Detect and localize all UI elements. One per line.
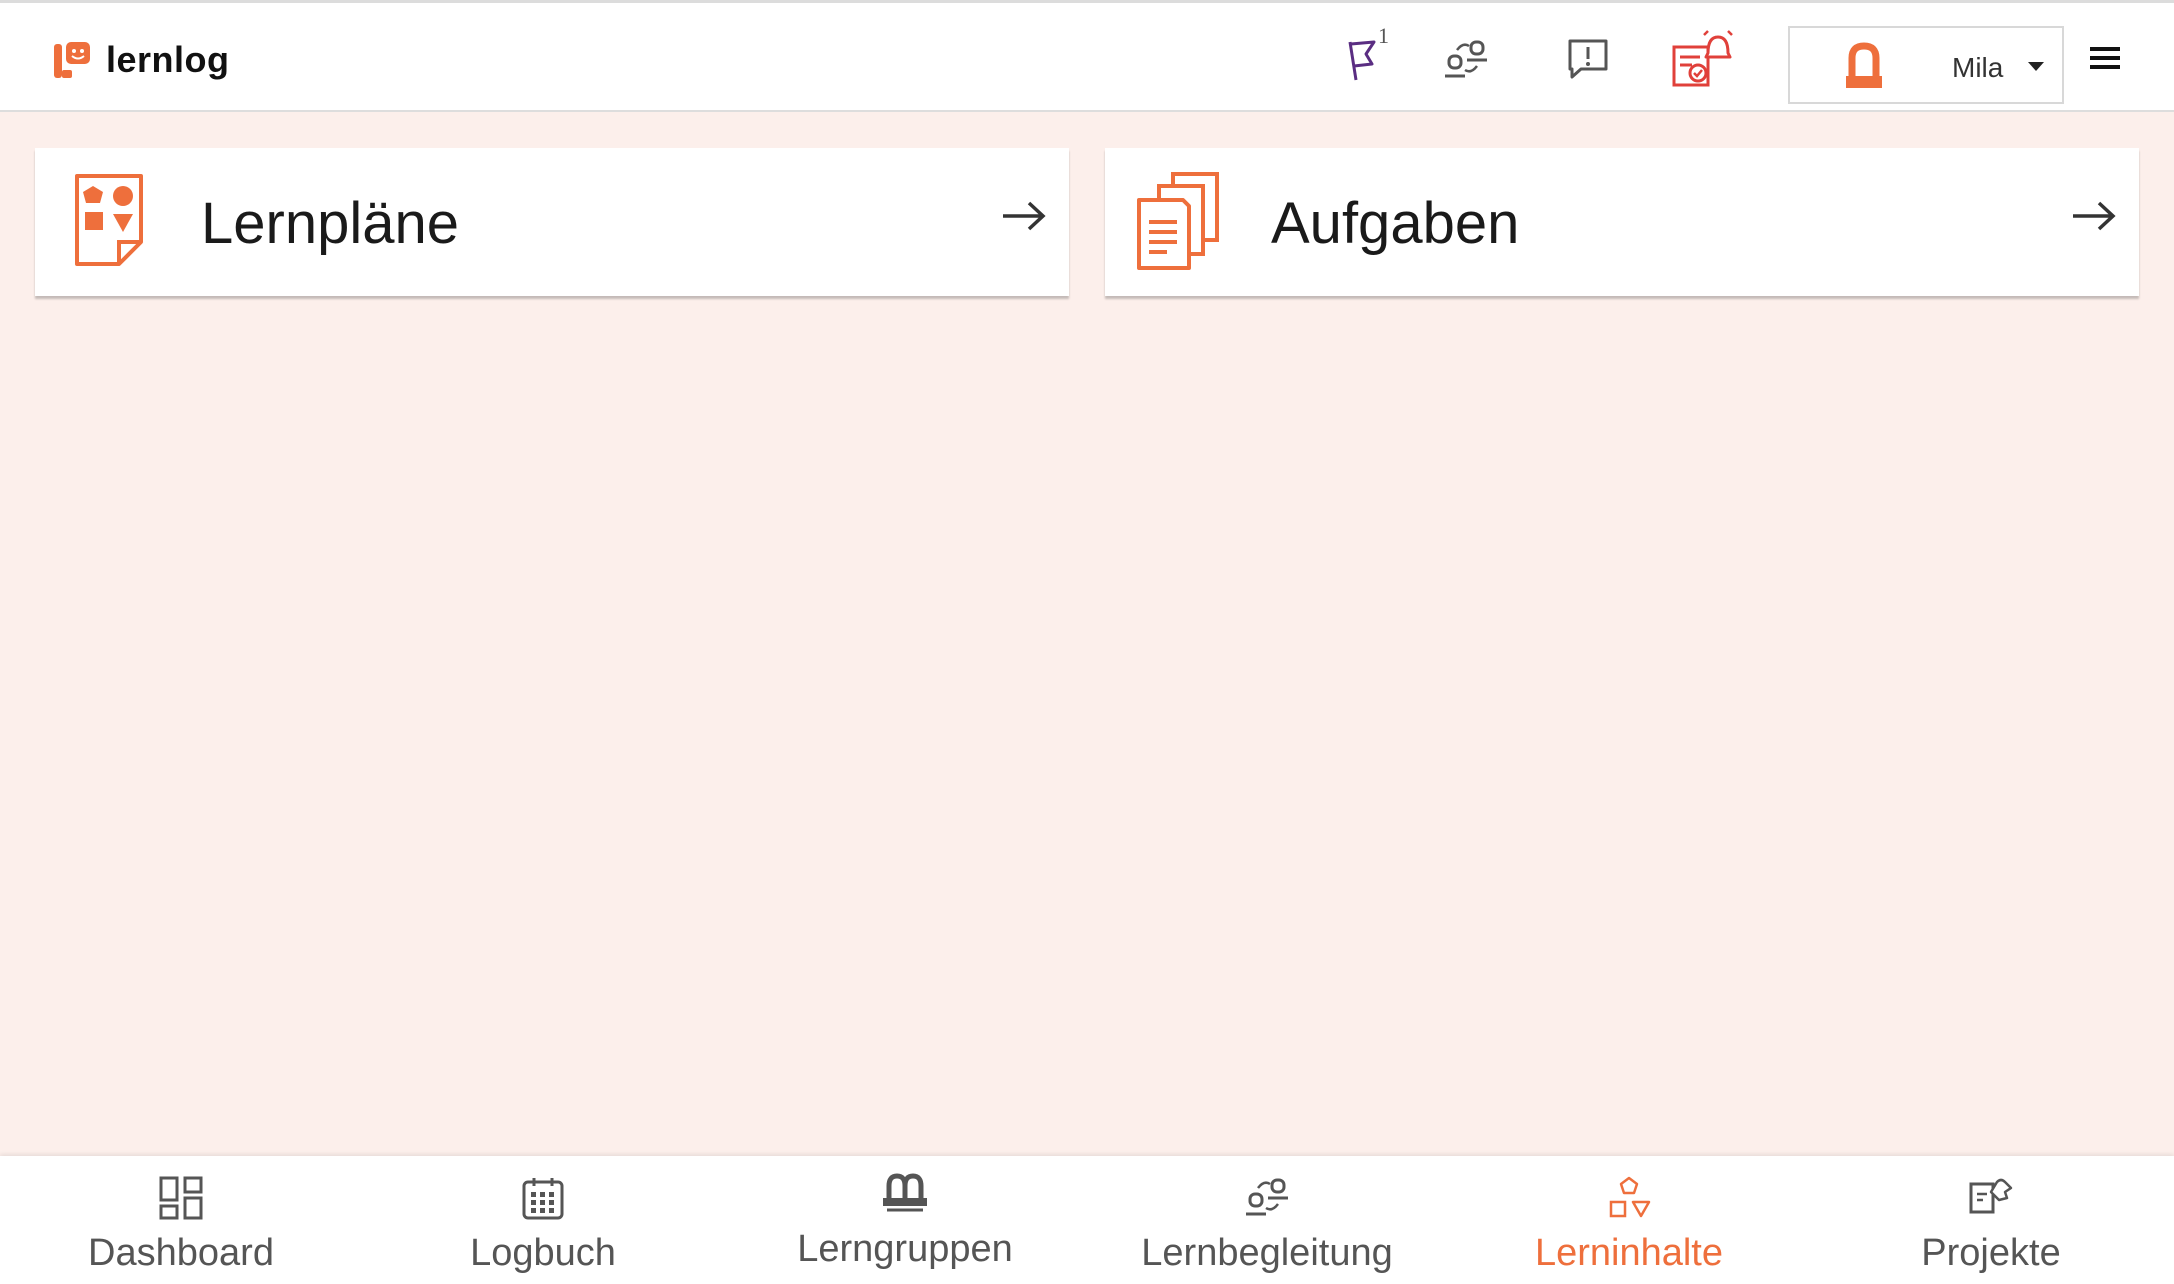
nav-label: Logbuch	[470, 1232, 616, 1274]
project-puzzle-icon	[1969, 1178, 2013, 1214]
notifications-button[interactable]	[1664, 29, 1744, 89]
nav-item-lernbegleitung[interactable]: Lernbegleitung	[1086, 1156, 1448, 1284]
mentoring-button[interactable]	[1436, 29, 1496, 89]
user-avatar-icon	[1846, 42, 1882, 88]
card-title: Aufgaben	[1271, 191, 1520, 256]
tasks-documents-icon	[1137, 172, 1219, 270]
nav-label: Lerninhalte	[1534, 1232, 1724, 1274]
alarm-task-icon	[1672, 30, 1733, 87]
nav-label: Dashboard	[88, 1232, 274, 1274]
learning-plan-icon	[75, 174, 143, 266]
chevron-down-icon	[2028, 62, 2044, 71]
calendar-icon	[522, 1178, 564, 1220]
nav-item-lerngruppen[interactable]: Lerngruppen	[724, 1156, 1086, 1284]
arrow-right-icon	[2073, 201, 2116, 231]
mentoring-icon	[1445, 40, 1487, 78]
flag-icon	[1348, 40, 1376, 81]
nav-item-dashboard[interactable]: Dashboard	[0, 1156, 362, 1284]
dashboard-icon	[159, 1176, 203, 1220]
nav-label: Lernbegleitung	[1141, 1232, 1393, 1274]
nav-label: Lerngruppen	[797, 1228, 1013, 1270]
nav-label: Projekte	[1921, 1232, 2061, 1274]
card-aufgaben[interactable]: Aufgaben	[1105, 148, 2139, 296]
mentoring-icon	[1246, 1178, 1288, 1216]
card-lernplaene[interactable]: Lernpläne	[35, 148, 1069, 296]
feedback-button[interactable]	[1558, 29, 1618, 89]
feedback-exclamation-icon	[1568, 39, 1608, 79]
nav-item-projekte[interactable]: Projekte	[1810, 1156, 2172, 1284]
nav-item-logbuch[interactable]: Logbuch	[362, 1156, 724, 1284]
shapes-icon	[1609, 1176, 1651, 1218]
bottom-navigation: Dashboard Logbuch Lerngruppen Lernbeglei…	[0, 1156, 2174, 1284]
nav-item-lerninhalte[interactable]: Lerninhalte	[1448, 1156, 1810, 1284]
app-name: lernlog	[106, 39, 230, 80]
top-bar: lernlog 1 Mila	[0, 0, 2174, 112]
user-name: Mila	[1952, 52, 2004, 83]
group-icon	[883, 1173, 927, 1212]
hamburger-menu-button[interactable]	[2090, 47, 2120, 73]
app-logo[interactable]: lernlog	[52, 39, 230, 81]
hamburger-icon	[2090, 47, 2120, 51]
card-title: Lernpläne	[201, 191, 459, 256]
lernlog-logo-icon	[54, 42, 90, 78]
flag-count-badge: 1	[1378, 23, 1389, 48]
arrow-right-icon	[1003, 201, 1046, 231]
user-dropdown[interactable]: Mila	[1788, 26, 2064, 104]
